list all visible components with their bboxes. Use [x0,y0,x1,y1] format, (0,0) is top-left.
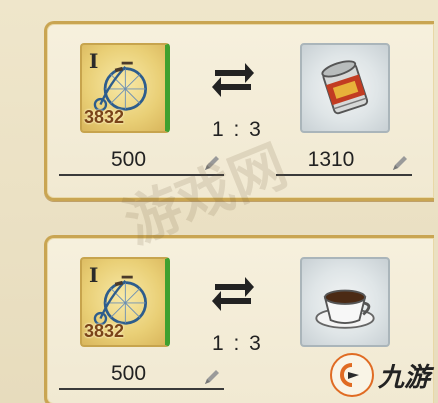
brand-name: 九游 [377,362,430,393]
canned-food-icon [321,60,369,115]
give-amount-value: 500 [110,362,147,385]
site-logo: 九游 [329,353,430,397]
give-amount-field[interactable]: 500 [59,362,224,390]
tier-badge: I [89,49,99,73]
jiuyou-logo-icon [329,353,374,397]
coffee-cup-icon [315,289,375,329]
receive-amount-field[interactable]: 1310 [276,148,412,176]
barter-screen: I 3832 1 : 3 500 1310 I 3832 1: 3 500 九… [0,0,438,403]
receive-item-slot[interactable] [300,257,390,347]
receive-amount-value: 1310 [307,148,355,171]
pencil-icon[interactable] [202,153,222,173]
swap-arrows-icon[interactable] [211,58,255,102]
give-amount-value: 500 [110,148,147,171]
item-count: 3832 [84,107,125,127]
item-count: 3832 [84,321,125,341]
pencil-icon[interactable] [390,153,410,173]
trade-card-1: I 3832 1 : 3 500 1310 [44,21,434,201]
tier-badge: I [89,263,99,287]
give-item-slot[interactable]: I 3832 [80,43,170,133]
receive-item-slot[interactable] [300,43,390,133]
trade-ratio: 1 : 3 [212,332,263,355]
trade-ratio: 1 : 3 [212,118,263,141]
pencil-icon[interactable] [202,367,222,387]
swap-arrows-icon[interactable] [211,272,255,316]
give-item-slot[interactable]: I 3832 [80,257,170,347]
give-amount-field[interactable]: 500 [59,148,224,176]
